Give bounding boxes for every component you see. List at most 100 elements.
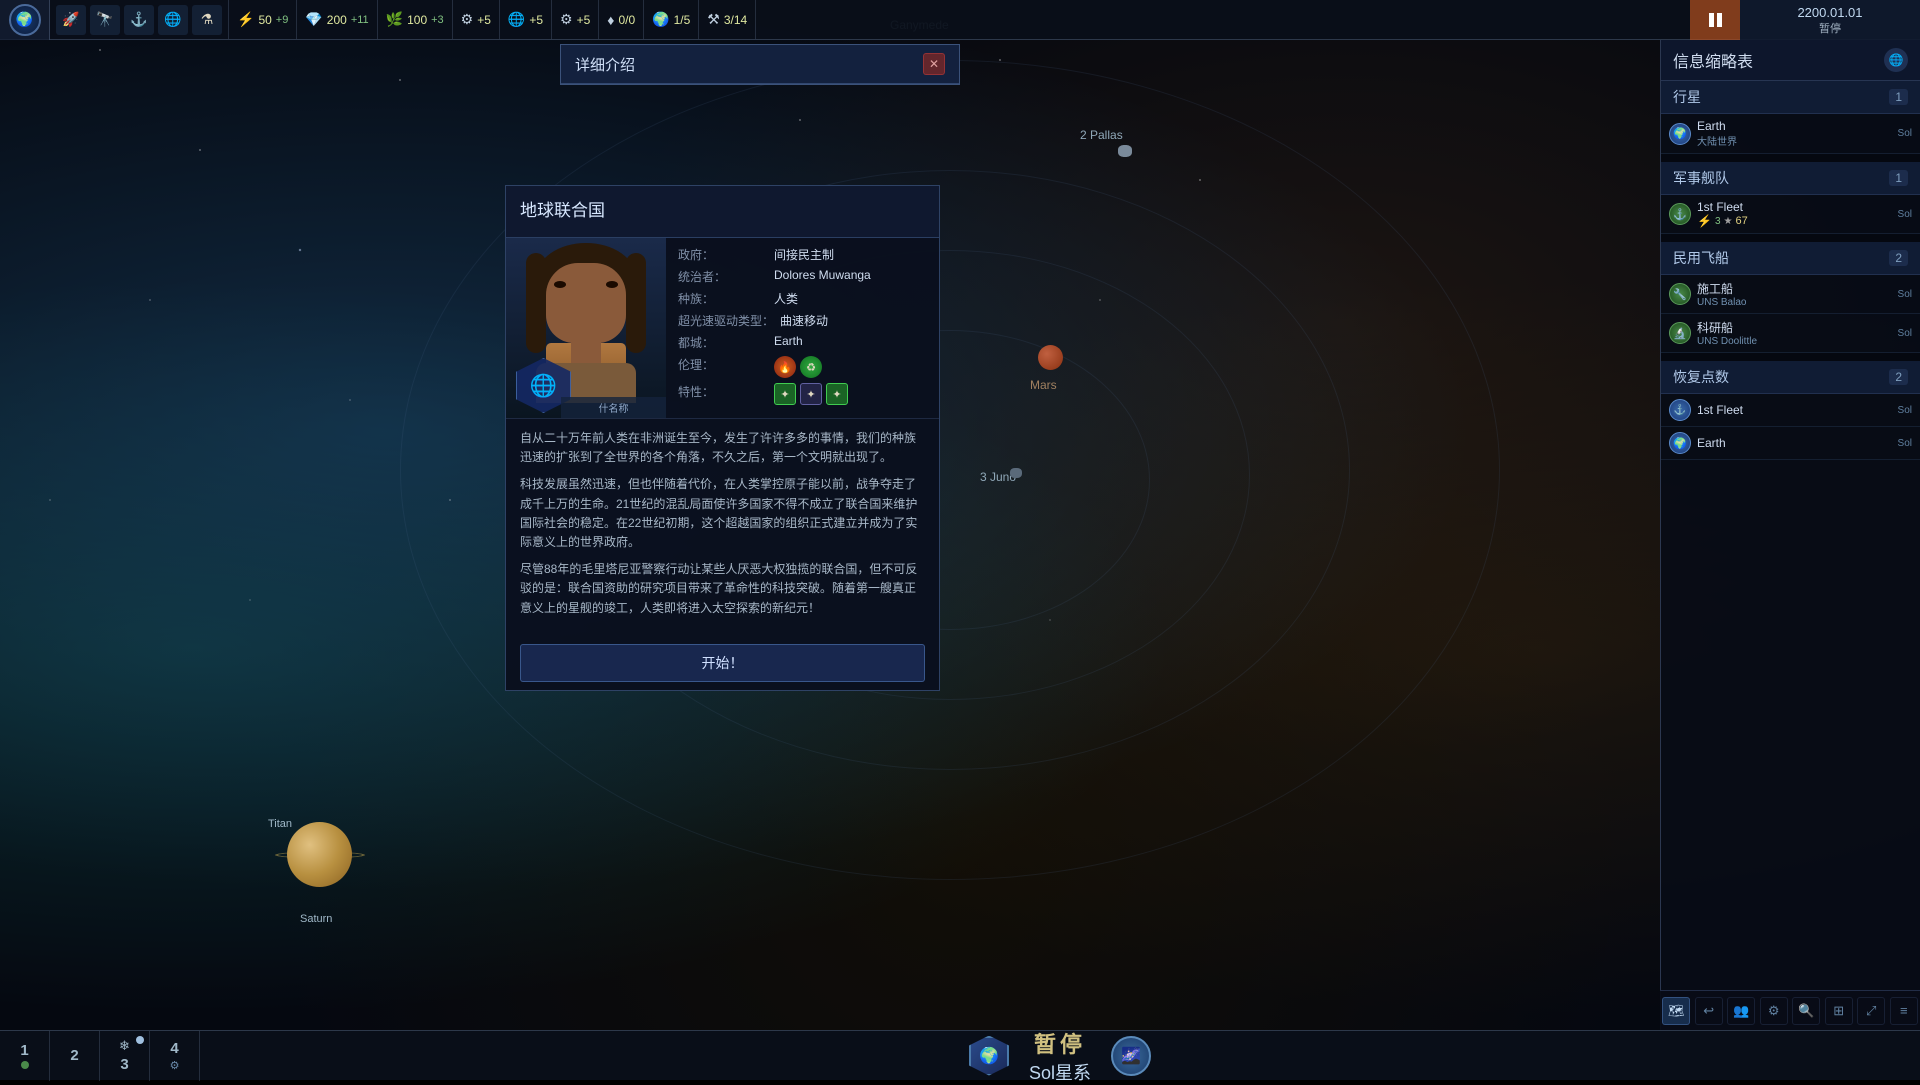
energy-income: +9	[276, 14, 289, 26]
speed-4-button[interactable]: 4 ⚙	[150, 1031, 200, 1081]
speed-1-indicator	[21, 1061, 29, 1069]
fleet-item[interactable]: ⚓ 1st Fleet ⚡ 3 ★ 67 Sol	[1661, 195, 1920, 234]
ethics-row: 伦理： 🔥 ♻	[678, 356, 927, 378]
speed-2-button[interactable]: 2	[50, 1031, 100, 1081]
pause-button[interactable]	[1690, 0, 1740, 40]
government-label: 政府：	[678, 246, 768, 263]
emblem-icon: 🌐	[530, 373, 557, 399]
lore-paragraph-3: 尽管88年的毛里塔尼亚警察行动让某些人厌恶大权独揽的联合国，但不可反驳的是：联合…	[520, 560, 925, 618]
empire-logo: 🌍	[9, 4, 41, 36]
civilian-title: 民用飞船	[1673, 248, 1729, 268]
tech-icon[interactable]: ⚗	[192, 5, 222, 35]
fleet-icon: ⚓	[1669, 203, 1691, 225]
recovery-title: 恢复点数	[1673, 367, 1729, 387]
science-ship-subname: UNS Doolittle	[1697, 336, 1892, 347]
lore-paragraph-2: 科技发展虽然迅速，但也伴随着代价，在人类掌控原子能以前，战争夺走了成千上万的生命…	[520, 475, 925, 552]
species-row: 种族： 人类	[678, 290, 927, 307]
speed-3-button[interactable]: ❄ 3	[100, 1031, 150, 1081]
panel-nav-settings-icon[interactable]: ⚙	[1760, 997, 1788, 1025]
construction-ship-item[interactable]: 🔧 施工船 UNS Balao Sol	[1661, 275, 1920, 314]
portrait-skin	[546, 263, 626, 343]
panel-nav-zoom-icon[interactable]: 🔍	[1792, 997, 1820, 1025]
empire-icon-button[interactable]: 🌍	[0, 0, 50, 40]
species-label: 种族：	[678, 290, 768, 307]
civ-stats: 政府： 间接民主制 统治者： Dolores Muwanga 种族： 人类 超光…	[666, 238, 939, 418]
planet-icon[interactable]: 🌐	[158, 5, 188, 35]
capital-row: 都城： Earth	[678, 334, 927, 351]
science-ship-item[interactable]: 🔬 科研船 UNS Doolittle Sol	[1661, 314, 1920, 353]
fleet-power: 3	[1715, 216, 1721, 227]
speed-3-num: 3	[120, 1056, 128, 1073]
panel-nav-grid-icon[interactable]: ⊞	[1825, 997, 1853, 1025]
ethic-icon-1: 🔥	[774, 356, 796, 378]
fleet-section-header: 军事舰队 1	[1661, 162, 1920, 195]
start-game-button[interactable]: 开始！	[520, 644, 925, 682]
panel-nav-map-icon[interactable]: 🗺	[1662, 997, 1690, 1025]
panel-nav-people-icon[interactable]: 👥	[1727, 997, 1755, 1025]
portrait-hair-right	[626, 253, 646, 353]
colonize-icon[interactable]: 🚀	[56, 5, 86, 35]
ftl-row: 超光速驱动类型： 曲速移动	[678, 312, 927, 329]
alloys-value: 3/14	[724, 13, 747, 27]
earth-planet-item[interactable]: 🌍 Earth 大陆世界 Sol	[1661, 114, 1920, 154]
recovery-fleet-item[interactable]: ⚓ 1st Fleet Sol	[1661, 394, 1920, 427]
earth-info: Earth 大陆世界	[1697, 119, 1892, 148]
engineering-resource[interactable]: ⚙ +5	[552, 0, 599, 39]
food-icon: 🌿	[386, 11, 403, 28]
recovery-earth-item[interactable]: 🌍 Earth Sol	[1661, 427, 1920, 460]
civ-portrait: 🌐 什名称	[506, 238, 666, 418]
portrait-name-badge: 什名称	[561, 397, 666, 418]
civ-body: 🌐 什名称 政府： 间接民主制 统治者： Dolores Muwanga 种族：…	[506, 238, 939, 418]
pause-info: 暂停 Sol星系	[1029, 1027, 1091, 1085]
fleet-name: 1st Fleet	[1697, 200, 1892, 214]
food-resource[interactable]: 🌿 100 +3	[378, 0, 453, 39]
minerals-income: +11	[351, 14, 369, 26]
system-emblem[interactable]: 🌍	[969, 1036, 1009, 1076]
modal-close-button[interactable]: ✕	[923, 53, 945, 75]
research-resource[interactable]: ⚙ +5	[453, 0, 500, 39]
construction-ship-info: 施工船 UNS Balao	[1697, 280, 1892, 308]
planets-section-header: 行星 1	[1661, 81, 1920, 114]
recovery-count: 2	[1889, 369, 1908, 385]
panel-nav-expand-icon[interactable]: ⤢	[1857, 997, 1885, 1025]
pallas-body[interactable]	[1118, 145, 1132, 157]
trait-icon-2: ✦	[800, 383, 822, 405]
influence-resource[interactable]: 🌐 +5	[500, 0, 552, 39]
unity-resource[interactable]: ♦ 0/0	[599, 0, 644, 39]
energy-resource[interactable]: ⚡ 50 +9	[229, 0, 297, 39]
pop-icon: 🌍	[652, 11, 669, 28]
panel-nav-menu-icon[interactable]: ≡	[1890, 997, 1918, 1025]
fleet-icon[interactable]: ⚓	[124, 5, 154, 35]
section-gap-1	[1661, 154, 1920, 162]
section-gap-3	[1661, 353, 1920, 361]
fleet-badge: ⚡ 3 ★ 67	[1697, 214, 1892, 228]
fleet-separator: ★	[1724, 216, 1733, 227]
fleet-strength: 67	[1735, 215, 1747, 227]
survey-icon[interactable]: 🔭	[90, 5, 120, 35]
recovery-section-header: 恢复点数 2	[1661, 361, 1920, 394]
star-field	[0, 0, 1920, 1080]
panel-icon-button[interactable]: 🌐	[1884, 48, 1908, 72]
panel-title: 信息缩略表	[1673, 48, 1753, 72]
minerals-resource[interactable]: 💎 200 +11	[297, 0, 377, 39]
unity-icon: ♦	[607, 12, 614, 28]
modal-title: 详细介绍	[575, 54, 635, 75]
minerals-value: 200	[327, 13, 347, 27]
pop-resource[interactable]: 🌍 1/5	[644, 0, 699, 39]
speed-1-button[interactable]: 1	[0, 1031, 50, 1081]
lore-paragraph-1: 自从二十万年前人类在非洲诞生至今，发生了许许多多的事情，我们的种族迅速的扩张到了…	[520, 429, 925, 467]
panel-bottom-nav: 🗺 ↩ 👥 ⚙ 🔍 ⊞ ⤢ ≡	[1660, 990, 1920, 1030]
panel-content: 行星 1 🌍 Earth 大陆世界 Sol 军事舰队 1 ⚓ 1st Fleet	[1661, 81, 1920, 460]
fleet-location: Sol	[1898, 209, 1912, 220]
detail-modal: 详细介绍 ✕	[560, 44, 960, 85]
panel-header: 信息缩略表 🌐	[1661, 40, 1920, 81]
panel-nav-back-icon[interactable]: ↩	[1695, 997, 1723, 1025]
pallas-label: 2 Pallas	[1080, 128, 1123, 142]
pop-value: 1/5	[674, 13, 691, 27]
speed-1-num: 1	[20, 1042, 28, 1059]
alloys-resource[interactable]: ⚒ 3/14	[699, 0, 756, 39]
government-value: 间接民主制	[774, 246, 834, 263]
galaxy-emblem[interactable]: 🌌	[1111, 1036, 1151, 1076]
fleet-power-icon: ⚡	[1697, 214, 1712, 228]
portrait-eye-right	[606, 281, 618, 288]
